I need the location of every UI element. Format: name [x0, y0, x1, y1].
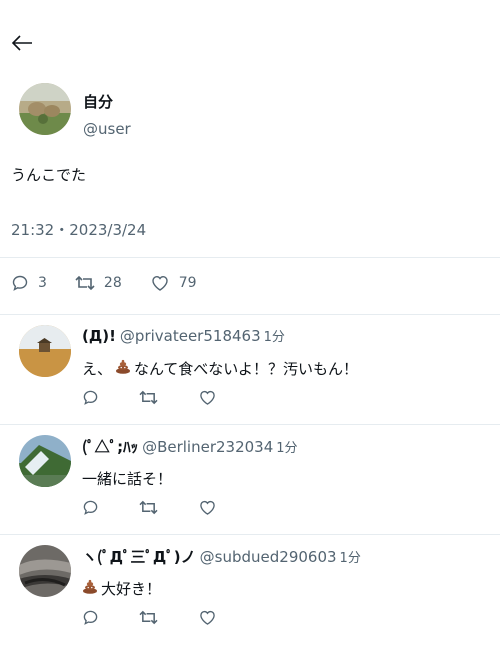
poo-icon	[82, 579, 98, 598]
heart-icon	[200, 500, 215, 515]
reply-text-after: 大好き！	[101, 580, 162, 598]
reply-button[interactable]	[82, 389, 99, 406]
reply-button[interactable]: 3	[11, 274, 47, 292]
reply-header: ヽ(ﾟДﾟ三ﾟДﾟ)ノ @subdued290603 1分	[82, 546, 361, 567]
reply-author-handle[interactable]: @Berliner232034	[142, 438, 273, 456]
reply-text: え、 なんて食べないよ！？汚いもん！	[82, 358, 358, 379]
reply-header: (ﾟ△ﾟ;ﾊｯ @Berliner232034 1分	[82, 436, 298, 457]
reply-button[interactable]	[82, 609, 99, 626]
reply-actions	[82, 389, 257, 406]
reply-text: 大好き！	[82, 578, 161, 599]
avatar-image	[19, 545, 71, 597]
reply-time[interactable]: 1分	[264, 330, 285, 345]
reply-item[interactable]: (ﾟ△ﾟ;ﾊｯ @Berliner232034 1分 一緒に話そ！	[0, 424, 500, 534]
poo-icon	[115, 359, 131, 378]
reply-icon	[12, 275, 28, 291]
divider	[0, 257, 500, 258]
reply-header: (Д)! @privateer518463 1分	[82, 326, 285, 345]
tweet-text: うんこでた	[11, 166, 87, 184]
reply-icon	[83, 390, 98, 405]
avatar[interactable]	[19, 435, 71, 487]
avatar-image	[19, 83, 71, 135]
back-arrow-icon	[11, 35, 32, 51]
reply-author-handle[interactable]: @privateer518463	[120, 327, 261, 345]
like-button[interactable]	[198, 609, 217, 626]
reply-text: 一緒に話そ！	[82, 468, 172, 489]
reply-text-after: なんて食べないよ！？汚いもん！	[134, 360, 358, 378]
reply-icon	[83, 610, 98, 625]
retweet-button[interactable]: 28	[75, 274, 122, 292]
avatar[interactable]	[19, 545, 71, 597]
reply-item[interactable]: ヽ(ﾟДﾟ三ﾟДﾟ)ノ @subdued290603 1分 大好き！	[0, 534, 500, 644]
like-button[interactable]: 79	[150, 274, 197, 292]
like-button[interactable]	[198, 499, 217, 516]
reply-author-name[interactable]: ヽ(ﾟДﾟ三ﾟДﾟ)ノ	[82, 548, 196, 566]
reply-author-handle[interactable]: @subdued290603	[200, 548, 337, 566]
back-button[interactable]	[10, 30, 36, 56]
avatar-image	[19, 325, 71, 377]
reply-time[interactable]: 1分	[276, 441, 297, 456]
retweet-count: 28	[103, 275, 122, 291]
reply-text-body: 一緒に話そ！	[82, 470, 173, 488]
like-button[interactable]	[198, 389, 217, 406]
retweet-button[interactable]	[139, 499, 158, 516]
reply-text-before: え、	[82, 360, 113, 378]
retweet-icon	[139, 500, 158, 515]
reply-button[interactable]	[82, 499, 99, 516]
retweet-icon	[75, 275, 95, 291]
retweet-button[interactable]	[139, 389, 158, 406]
reply-count: 3	[38, 275, 47, 291]
reply-item[interactable]: (Д)! @privateer518463 1分 え、 なんて食べないよ！？汚いもん…	[0, 314, 500, 424]
like-count: 79	[178, 275, 197, 291]
tweet-timestamp[interactable]: 21:32・2023/3/24	[11, 219, 146, 240]
reply-actions	[82, 609, 257, 626]
reply-actions	[82, 499, 257, 516]
author-handle[interactable]: @user	[83, 120, 131, 138]
retweet-button[interactable]	[139, 609, 158, 626]
retweet-icon	[139, 390, 158, 405]
avatar[interactable]	[19, 325, 71, 377]
author-name[interactable]: 自分	[83, 91, 113, 112]
heart-icon	[200, 390, 215, 405]
reply-author-name[interactable]: (ﾟ△ﾟ;ﾊｯ	[82, 438, 138, 456]
avatar[interactable]	[19, 83, 71, 135]
reply-time[interactable]: 1分	[340, 551, 361, 566]
heart-icon	[200, 610, 215, 625]
retweet-icon	[139, 610, 158, 625]
avatar-image	[19, 435, 71, 487]
reply-icon	[83, 500, 98, 515]
heart-icon	[152, 275, 168, 291]
tweet-stats: 3 28 79	[11, 272, 225, 294]
reply-author-name[interactable]: (Д)!	[82, 327, 116, 345]
